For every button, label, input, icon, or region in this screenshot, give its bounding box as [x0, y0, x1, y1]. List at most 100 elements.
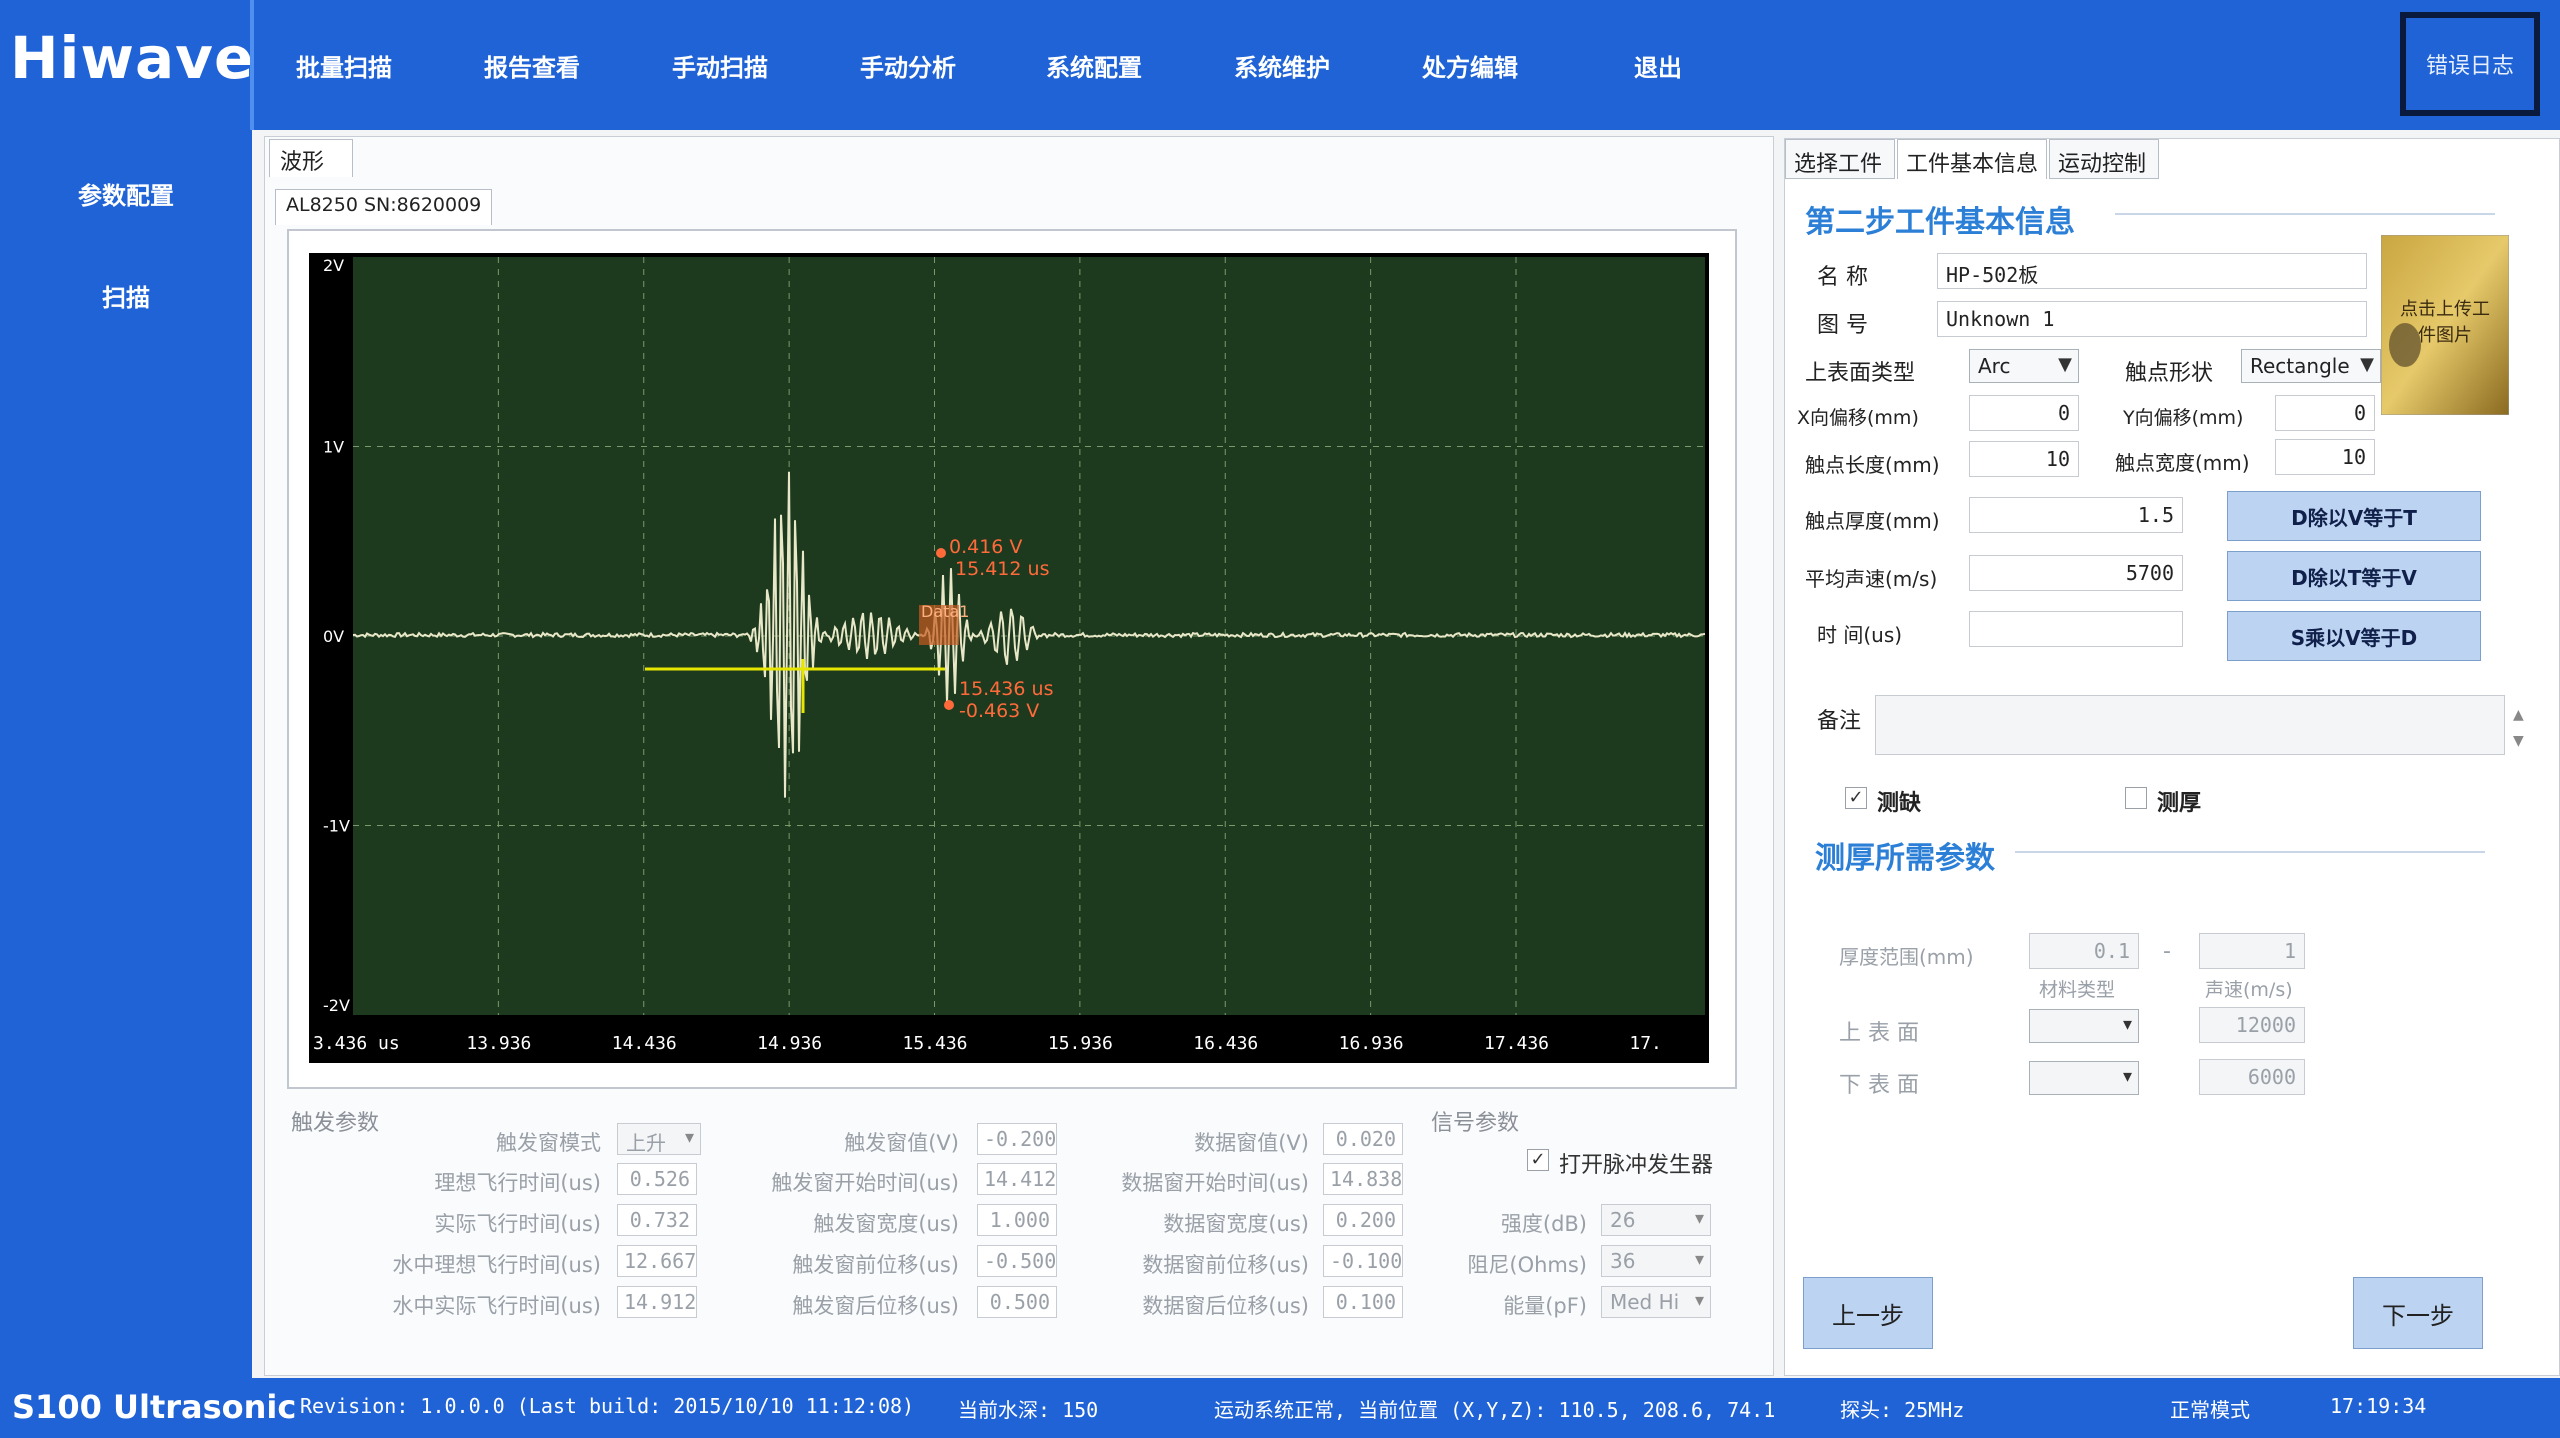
range-max-input[interactable]: 1 — [2199, 933, 2305, 969]
contact-width-input[interactable]: 10 — [2275, 439, 2375, 475]
data-window-start-input[interactable]: 14.838 — [1323, 1163, 1403, 1195]
trigger-window-start-label: 触发窗开始时间(us) — [771, 1171, 959, 1195]
app-window: Hiwave 批量扫描 报告查看 手动扫描 手动分析 系统配置 系统维护 处方编… — [0, 0, 2560, 1438]
cursor2-voltage: -0.463 V — [959, 700, 1039, 722]
x-offset-input[interactable]: 0 — [1969, 395, 2079, 431]
scroll-up-icon[interactable]: ▲ — [2513, 707, 2524, 723]
contact-shape-select[interactable]: Rectangle ▼ — [2241, 349, 2381, 383]
damping-label: 阻尼(Ohms) — [1467, 1253, 1587, 1277]
upper-material-select[interactable]: ▾ — [2029, 1009, 2139, 1043]
scope-frame: 2V 1V 0V -1V -2V 3.436 us 13.936 14.436 14.936 1… — [287, 229, 1737, 1089]
nav-recipe-edit[interactable]: 处方编辑 — [1422, 48, 1518, 83]
y-tick-label: 1V — [323, 438, 344, 457]
trigger-window-start-input[interactable]: 14.412 — [977, 1163, 1057, 1195]
contact-length-input[interactable]: 10 — [1969, 441, 2079, 477]
x-tick-label: 17.436 — [1484, 1033, 1549, 1054]
surface-type-select[interactable]: Arc ▼ — [1969, 349, 2079, 383]
nav-report-view[interactable]: 报告查看 — [484, 48, 580, 83]
water-ideal-flight-input[interactable]: 12.667 — [617, 1245, 697, 1277]
tab-waveform[interactable]: 波形 — [269, 139, 353, 177]
trigger-window-pre-input[interactable]: -0.500 — [977, 1245, 1057, 1277]
data-window-width-input[interactable]: 0.200 — [1323, 1204, 1403, 1236]
tab-select-workpiece[interactable]: 选择工件 — [1785, 139, 1895, 179]
trigger-mode-label: 触发窗模式 — [496, 1131, 601, 1155]
calc-t-button[interactable]: D除以V等于T — [2227, 491, 2481, 541]
range-separator: - — [2163, 939, 2171, 964]
trigger-window-width-label: 触发窗宽度(us) — [813, 1212, 959, 1236]
revision-text: Revision: 1.0.0.0 (Last build: 2015/10/1… — [300, 1394, 915, 1418]
nav-manual-analysis[interactable]: 手动分析 — [860, 48, 956, 83]
name-input[interactable]: HP-502板 — [1937, 253, 2367, 289]
x-tick-label: 15.436 — [903, 1033, 968, 1054]
defect-checkbox[interactable]: ✓ — [1845, 787, 1867, 809]
range-label: 厚度范围(mm) — [1839, 945, 1974, 969]
x-tick-label: 16.436 — [1193, 1033, 1258, 1054]
y-offset-input[interactable]: 0 — [2275, 395, 2375, 431]
next-step-button[interactable]: 下一步 — [2353, 1277, 2483, 1349]
status-bar: S100 Ultrasonic Revision: 1.0.0.0 (Last … — [0, 1378, 2560, 1438]
lower-material-select[interactable]: ▾ — [2029, 1061, 2139, 1095]
calc-v-button[interactable]: D除以T等于V — [2227, 551, 2481, 601]
x-tick-label: 17. — [1629, 1033, 1662, 1054]
nav-manual-scan[interactable]: 手动扫描 — [672, 48, 768, 83]
nav-batch-scan[interactable]: 批量扫描 — [296, 48, 392, 83]
remark-input[interactable] — [1875, 695, 2505, 755]
data-window-post-label: 数据窗后位移(us) — [1142, 1294, 1309, 1318]
ideal-flight-label: 理想飞行时间(us) — [434, 1171, 601, 1195]
trigger-window-width-input[interactable]: 1.000 — [977, 1204, 1057, 1236]
x-offset-label: X向偏移(mm) — [1797, 407, 1919, 429]
scroll-down-icon[interactable]: ▼ — [2513, 733, 2524, 749]
cursor1-point[interactable] — [936, 548, 946, 558]
upper-speed-input[interactable]: 12000 — [2199, 1007, 2305, 1043]
trigger-window-value-input[interactable]: -0.200 — [977, 1123, 1057, 1155]
data-window-pre-input[interactable]: -0.100 — [1323, 1245, 1403, 1277]
lower-speed-input[interactable]: 6000 — [2199, 1059, 2305, 1095]
nav-exit[interactable]: 退出 — [1634, 48, 1682, 83]
overlay-label: Data1 — [921, 602, 969, 621]
x-tick-label: 3.436 us — [313, 1033, 400, 1054]
tab-motion-control[interactable]: 运动控制 — [2049, 139, 2159, 179]
prev-step-button[interactable]: 上一步 — [1803, 1277, 1933, 1349]
cursor2-point[interactable] — [944, 700, 954, 710]
clock-text: 17:19:34 — [2330, 1394, 2427, 1418]
drawing-input[interactable]: Unknown 1 — [1937, 301, 2367, 337]
actual-flight-input[interactable]: 0.732 — [617, 1204, 697, 1236]
oscilloscope[interactable]: 2V 1V 0V -1V -2V 3.436 us 13.936 14.436 14.936 1… — [309, 253, 1709, 1063]
workpiece-photo[interactable]: 点击上传工件图片 — [2380, 234, 2510, 416]
name-label: 名 称 — [1817, 265, 1868, 290]
defect-label: 测缺 — [1877, 791, 1922, 816]
nav-system-maintenance[interactable]: 系统维护 — [1234, 48, 1330, 83]
trigger-mode-select[interactable]: 上升 — [617, 1123, 701, 1155]
contact-shape-label: 触点形状 — [2125, 361, 2214, 386]
y-offset-label: Y向偏移(mm) — [2123, 407, 2244, 429]
gain-select[interactable]: 26 — [1601, 1204, 1711, 1236]
trigger-window-pre-label: 触发窗前位移(us) — [792, 1253, 959, 1277]
tab-channel[interactable]: AL8250 SN:8620009 — [275, 189, 493, 225]
ideal-flight-input[interactable]: 0.526 — [617, 1163, 697, 1195]
velocity-input[interactable]: 5700 — [1969, 555, 2183, 591]
parameters-area: 触发参数 信号参数 触发窗模式 上升 理想飞行时间(us) 0.526 实际飞行… — [287, 1105, 1757, 1365]
nav-system-config[interactable]: 系统配置 — [1046, 48, 1142, 83]
data-window-value-input[interactable]: 0.020 — [1323, 1123, 1403, 1155]
damping-select[interactable]: 36 — [1601, 1245, 1711, 1277]
time-input[interactable] — [1969, 611, 2183, 647]
app-title: S100 Ultrasonic — [12, 1388, 297, 1426]
error-log-button[interactable]: 错误日志 — [2400, 12, 2540, 116]
trigger-window-value-label: 触发窗值(V) — [844, 1131, 959, 1155]
sidebar-item-scan[interactable]: 扫描 — [0, 278, 252, 313]
energy-select[interactable]: Med Hi — [1601, 1286, 1711, 1318]
contact-thickness-input[interactable]: 1.5 — [1969, 497, 2183, 533]
pulse-generator-checkbox[interactable]: ✓ — [1527, 1149, 1549, 1171]
tab-workpiece-info[interactable]: 工件基本信息 — [1897, 139, 2047, 179]
water-actual-flight-input[interactable]: 14.912 — [617, 1286, 697, 1318]
thickness-checkbox[interactable] — [2125, 787, 2147, 809]
x-tick-label: 14.436 — [612, 1033, 677, 1054]
drawing-label: 图 号 — [1817, 313, 1868, 338]
time-label: 时 间(us) — [1817, 623, 1903, 647]
range-min-input[interactable]: 0.1 — [2029, 933, 2139, 969]
sidebar-item-param-config[interactable]: 参数配置 — [0, 176, 252, 211]
trigger-window-post-input[interactable]: 0.500 — [977, 1286, 1057, 1318]
calc-d-button[interactable]: S乘以V等于D — [2227, 611, 2481, 661]
remark-label: 备注 — [1817, 709, 1862, 734]
data-window-post-input[interactable]: 0.100 — [1323, 1286, 1403, 1318]
